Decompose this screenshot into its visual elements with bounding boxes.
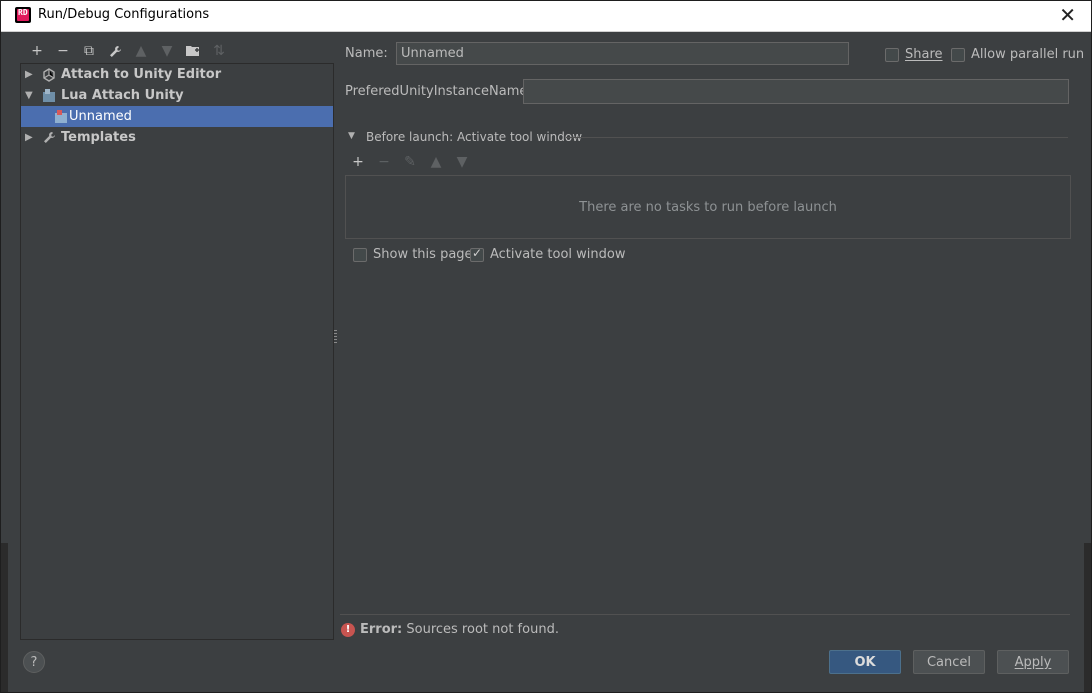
remove-icon[interactable]: − [50,42,76,60]
instance-name-label: PreferedUnityInstanceName: [345,84,532,99]
tree-item-unnamed[interactable]: Unnamed [21,106,333,127]
tasks-list: There are no tasks to run before launch [345,175,1071,239]
collapse-arrow-icon[interactable]: ▼ [25,90,35,101]
window-title: Run/Debug Configurations [38,7,210,22]
wrench-icon[interactable] [102,42,128,60]
share-label: Share [905,47,943,62]
move-up-icon[interactable]: ▲ [128,42,154,60]
activate-tool-window-label: Activate tool window [490,247,626,262]
section-divider [566,137,1068,138]
wrench-icon [41,130,57,146]
tasks-toolbar: + − ✎ ▲ ▼ [345,153,475,171]
show-this-page-label: Show this page [373,247,473,262]
tree-item-attach-unity-editor[interactable]: ▶ Attach to Unity Editor [21,64,333,85]
tree-item-label: Templates [61,130,136,145]
tree-item-lua-attach-unity[interactable]: ▼ Lua Attach Unity [21,85,333,106]
tree-item-label: Lua Attach Unity [61,88,184,103]
config-toolbar: + − ⧉ ▲ ▼ ⇅ [24,42,232,60]
error-divider [340,614,1070,615]
collapse-triangle-icon[interactable]: ▼ [348,131,355,141]
rider-app-icon: RD [15,7,31,23]
move-task-up-icon[interactable]: ▲ [423,153,449,171]
folder-icon[interactable] [180,42,206,60]
remove-task-icon[interactable]: − [371,153,397,171]
name-label: Name: [345,46,388,61]
empty-tasks-text: There are no tasks to run before launch [579,199,837,215]
add-task-icon[interactable]: + [345,153,371,171]
close-icon[interactable]: ✕ [1059,3,1076,27]
move-down-icon[interactable]: ▼ [154,42,180,60]
allow-parallel-run-checkbox[interactable] [951,48,965,62]
add-icon[interactable]: + [24,42,50,60]
cancel-button[interactable]: Cancel [913,650,985,674]
apply-button[interactable]: Apply [997,650,1069,674]
title-bar: RD Run/Debug Configurations ✕ [0,0,1092,32]
instance-name-field[interactable] [523,79,1069,104]
sort-icon[interactable]: ⇅ [206,42,232,60]
activate-tool-window-checkbox[interactable] [470,246,484,262]
before-launch-title: Before launch: Activate tool window [366,130,583,144]
lua-unity-icon [41,88,57,104]
error-icon: ! [341,623,355,637]
unity-icon [41,67,57,83]
move-task-down-icon[interactable]: ▼ [449,153,475,171]
share-checkbox[interactable] [885,48,899,62]
background-window-edge [1084,543,1092,693]
error-message: Error: Sources root not found. [360,622,559,637]
splitter-handle[interactable] [334,330,337,344]
name-field-value: Unnamed [401,46,464,61]
background-window-edge [0,543,8,693]
expand-arrow-icon[interactable]: ▶ [25,132,35,143]
show-this-page-checkbox[interactable] [353,248,367,262]
config-icon [53,109,69,125]
expand-arrow-icon[interactable]: ▶ [25,69,35,80]
tree-item-templates[interactable]: ▶ Templates [21,127,333,148]
tree-item-label: Unnamed [69,109,132,124]
name-field[interactable]: Unnamed [396,42,849,65]
tree-item-label: Attach to Unity Editor [61,67,222,82]
config-tree: ▶ Attach to Unity Editor ▼ Lua Attach Un… [20,63,334,640]
edit-task-icon[interactable]: ✎ [397,153,423,171]
ok-button[interactable]: OK [829,650,901,674]
help-button[interactable]: ? [23,651,45,673]
copy-icon[interactable]: ⧉ [76,42,102,60]
allow-parallel-run-label: Allow parallel run [971,47,1085,62]
